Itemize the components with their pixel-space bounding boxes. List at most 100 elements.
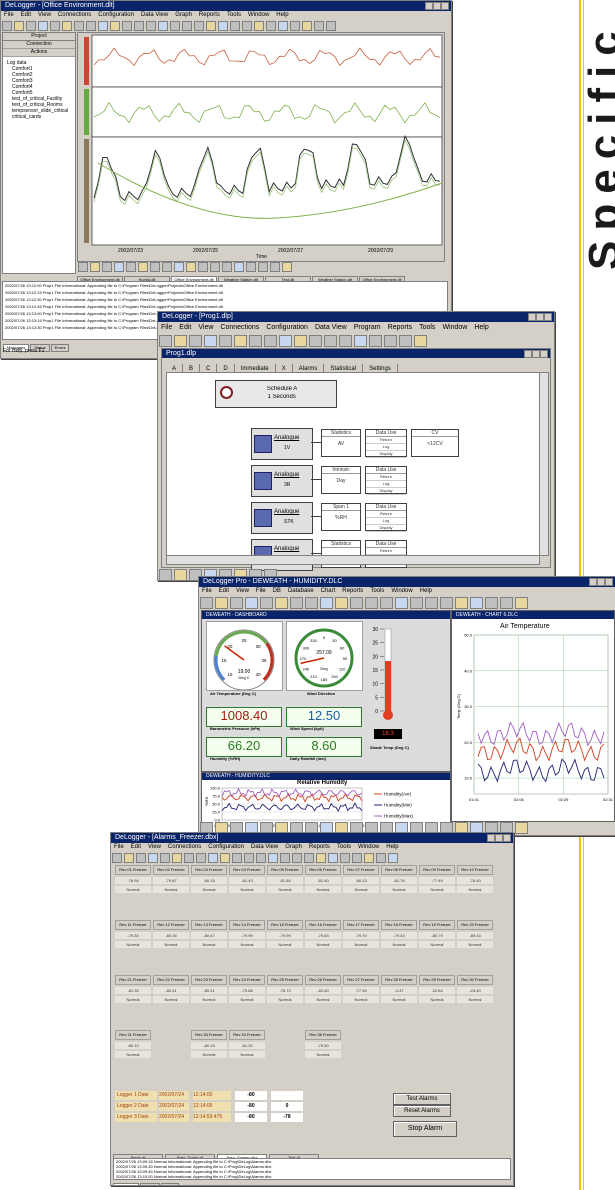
- toolbar-button-icon[interactable]: [62, 21, 72, 31]
- menu-item[interactable]: Edit: [179, 324, 191, 331]
- reset-alarms-button[interactable]: Reset Alarms: [393, 1105, 451, 1117]
- toolbar-button-icon[interactable]: [159, 569, 172, 580]
- sensor-block[interactable]: Analogue STK: [251, 502, 313, 534]
- freezer-cell[interactable]: Rev 08 Freezer -81.76 Normal: [381, 865, 417, 898]
- menu-item[interactable]: Connections: [220, 324, 259, 331]
- menu-item[interactable]: Help: [474, 324, 488, 331]
- toolbar-button-icon[interactable]: [182, 21, 192, 31]
- toolbar-button-icon[interactable]: [110, 21, 120, 31]
- menu-item[interactable]: Data View: [251, 844, 278, 850]
- toolbar-button-icon[interactable]: [148, 853, 158, 863]
- log-tab[interactable]: Errors: [160, 1183, 180, 1185]
- freezer-cell[interactable]: Rev 23 Freezer -80.41 Normal: [191, 975, 227, 1008]
- minimize-icon[interactable]: [425, 2, 433, 10]
- toolbar-button-icon[interactable]: [335, 597, 348, 609]
- menu-item[interactable]: File: [114, 844, 124, 850]
- toolbar-button-icon[interactable]: [485, 597, 498, 609]
- close-icon[interactable]: [540, 350, 548, 358]
- toolbar-button-icon[interactable]: [256, 853, 266, 863]
- minimize-icon[interactable]: [524, 350, 532, 358]
- toolbar-button-icon[interactable]: [230, 21, 240, 31]
- toolbar-button-icon[interactable]: [218, 21, 228, 31]
- toolbar-button-icon[interactable]: [320, 597, 333, 609]
- freezer-cell[interactable]: Rev 15 Freezer -79.99 Normal: [267, 920, 303, 953]
- data-use-block[interactable]: Data Use Return Log Display: [365, 429, 407, 458]
- toolbar-button-icon[interactable]: [290, 21, 300, 31]
- toolbar-button-icon[interactable]: [302, 21, 312, 31]
- toolbar-button-icon[interactable]: [38, 21, 48, 31]
- toolbar-button-icon[interactable]: [242, 21, 252, 31]
- toolbar-button-icon[interactable]: [2, 21, 12, 31]
- toolbar-button-icon[interactable]: [208, 853, 218, 863]
- test-alarms-button[interactable]: Test Alarms: [393, 1093, 451, 1105]
- toolbar-button-icon[interactable]: [425, 597, 438, 609]
- freezer-cell[interactable]: Rev 09 Freezer -77.49 Normal: [419, 865, 455, 898]
- toolbar-button-icon[interactable]: [189, 335, 202, 347]
- sensor-block[interactable]: Analogue 3R: [251, 465, 313, 497]
- toolbar-button-icon[interactable]: [204, 335, 217, 347]
- menu-item[interactable]: Reports: [388, 324, 413, 331]
- horizontal-scrollbar[interactable]: [166, 555, 540, 565]
- toolbar-button-icon[interactable]: [376, 853, 386, 863]
- toolbar-button-icon[interactable]: [350, 597, 363, 609]
- toolbar-button-icon[interactable]: [340, 853, 350, 863]
- toolbar-button-icon[interactable]: [414, 335, 427, 347]
- toolbar-button-icon[interactable]: [122, 21, 132, 31]
- freezer-cell[interactable]: Rev 14 Freezer -79.99 Normal: [229, 920, 265, 953]
- freezer-cell[interactable]: Rev 21 Freezer -81.35 Normal: [115, 975, 151, 1008]
- project-panel-row[interactable]: Connection: [3, 41, 75, 49]
- menu-item[interactable]: View: [236, 588, 249, 594]
- toolbar-button-icon[interactable]: [86, 21, 96, 31]
- freezer-cell[interactable]: Rev 01 Freezer -78.94 Normal: [115, 865, 151, 898]
- toolbar-button-icon[interactable]: [50, 21, 60, 31]
- toolbar-button-icon[interactable]: [316, 853, 326, 863]
- menu-item[interactable]: View: [38, 12, 51, 18]
- menu-item[interactable]: Graph: [285, 844, 302, 850]
- toolbar-button-icon[interactable]: [174, 569, 187, 580]
- stop-alarm-button[interactable]: Stop Alarm: [393, 1121, 457, 1137]
- maximize-icon[interactable]: [433, 2, 441, 10]
- menu-item[interactable]: View: [148, 844, 161, 850]
- maximize-icon[interactable]: [597, 578, 605, 586]
- channel-row[interactable]: Analogue 1V Statistics AV Data Use Return Log D…: [251, 428, 531, 460]
- menu-item[interactable]: Window: [248, 12, 269, 18]
- menu-item[interactable]: Program: [354, 324, 381, 331]
- toolbar-button-icon[interactable]: [309, 335, 322, 347]
- log-tab[interactable]: Errors: [50, 344, 70, 352]
- menu-item[interactable]: Edit: [131, 844, 141, 850]
- freezer-cell[interactable]: Rev 03 Freezer -80.15 Normal: [191, 865, 227, 898]
- menu-item[interactable]: View: [198, 324, 213, 331]
- channel-variable-block[interactable]: CV <12CV: [411, 429, 459, 457]
- toolbar-button-icon[interactable]: [290, 597, 303, 609]
- toolbar-button-icon[interactable]: [388, 853, 398, 863]
- toolbar-button-icon[interactable]: [174, 335, 187, 347]
- toolbar-button-icon[interactable]: [515, 597, 528, 609]
- freezer-cell[interactable]: Rev 05 Freezer -81.84 Normal: [267, 865, 303, 898]
- toolbar-button-icon[interactable]: [352, 853, 362, 863]
- toolbar-button-icon[interactable]: [160, 853, 170, 863]
- schedule-block[interactable]: Schedule A 1 Seconds: [215, 380, 337, 408]
- menu-item[interactable]: Window: [442, 324, 467, 331]
- freezer-cell[interactable]: Rev 27 Freezer -77.46 Normal: [343, 975, 379, 1008]
- menu-item[interactable]: Reports: [199, 12, 220, 18]
- freezer-cell[interactable]: Rev 11 Freezer -79.34 Normal: [115, 920, 151, 953]
- channel-row[interactable]: Analogue 3R Intrinsic Day Data Use Return Log D…: [251, 465, 531, 497]
- menu-item[interactable]: Window: [358, 844, 379, 850]
- toolbar-button-icon[interactable]: [364, 853, 374, 863]
- freezer-cell[interactable]: Rev 04 Freezer -81.43 Normal: [229, 865, 265, 898]
- statistics-block[interactable]: Intrinsic Day: [321, 466, 361, 494]
- toolbar-button-icon[interactable]: [305, 597, 318, 609]
- freezer-cell[interactable]: Rev 22 Freezer -82.41 Normal: [153, 975, 189, 1008]
- toolbar-button-icon[interactable]: [196, 853, 206, 863]
- data-use-block[interactable]: Data Use Return Log Display: [365, 466, 407, 495]
- toolbar-button-icon[interactable]: [146, 21, 156, 31]
- close-icon[interactable]: [503, 834, 511, 842]
- menu-item[interactable]: Data View: [141, 12, 168, 18]
- toolbar-button-icon[interactable]: [219, 335, 232, 347]
- toolbar-button-icon[interactable]: [380, 597, 393, 609]
- menu-item[interactable]: Chart: [321, 588, 336, 594]
- toolbar-button-icon[interactable]: [384, 335, 397, 347]
- freezer-cell[interactable]: Rev 20 Freezer -80.43 Normal: [457, 920, 493, 953]
- freezer-cell[interactable]: Rev 29 Freezer -22.84 Normal: [419, 975, 455, 1008]
- close-icon[interactable]: [605, 578, 613, 586]
